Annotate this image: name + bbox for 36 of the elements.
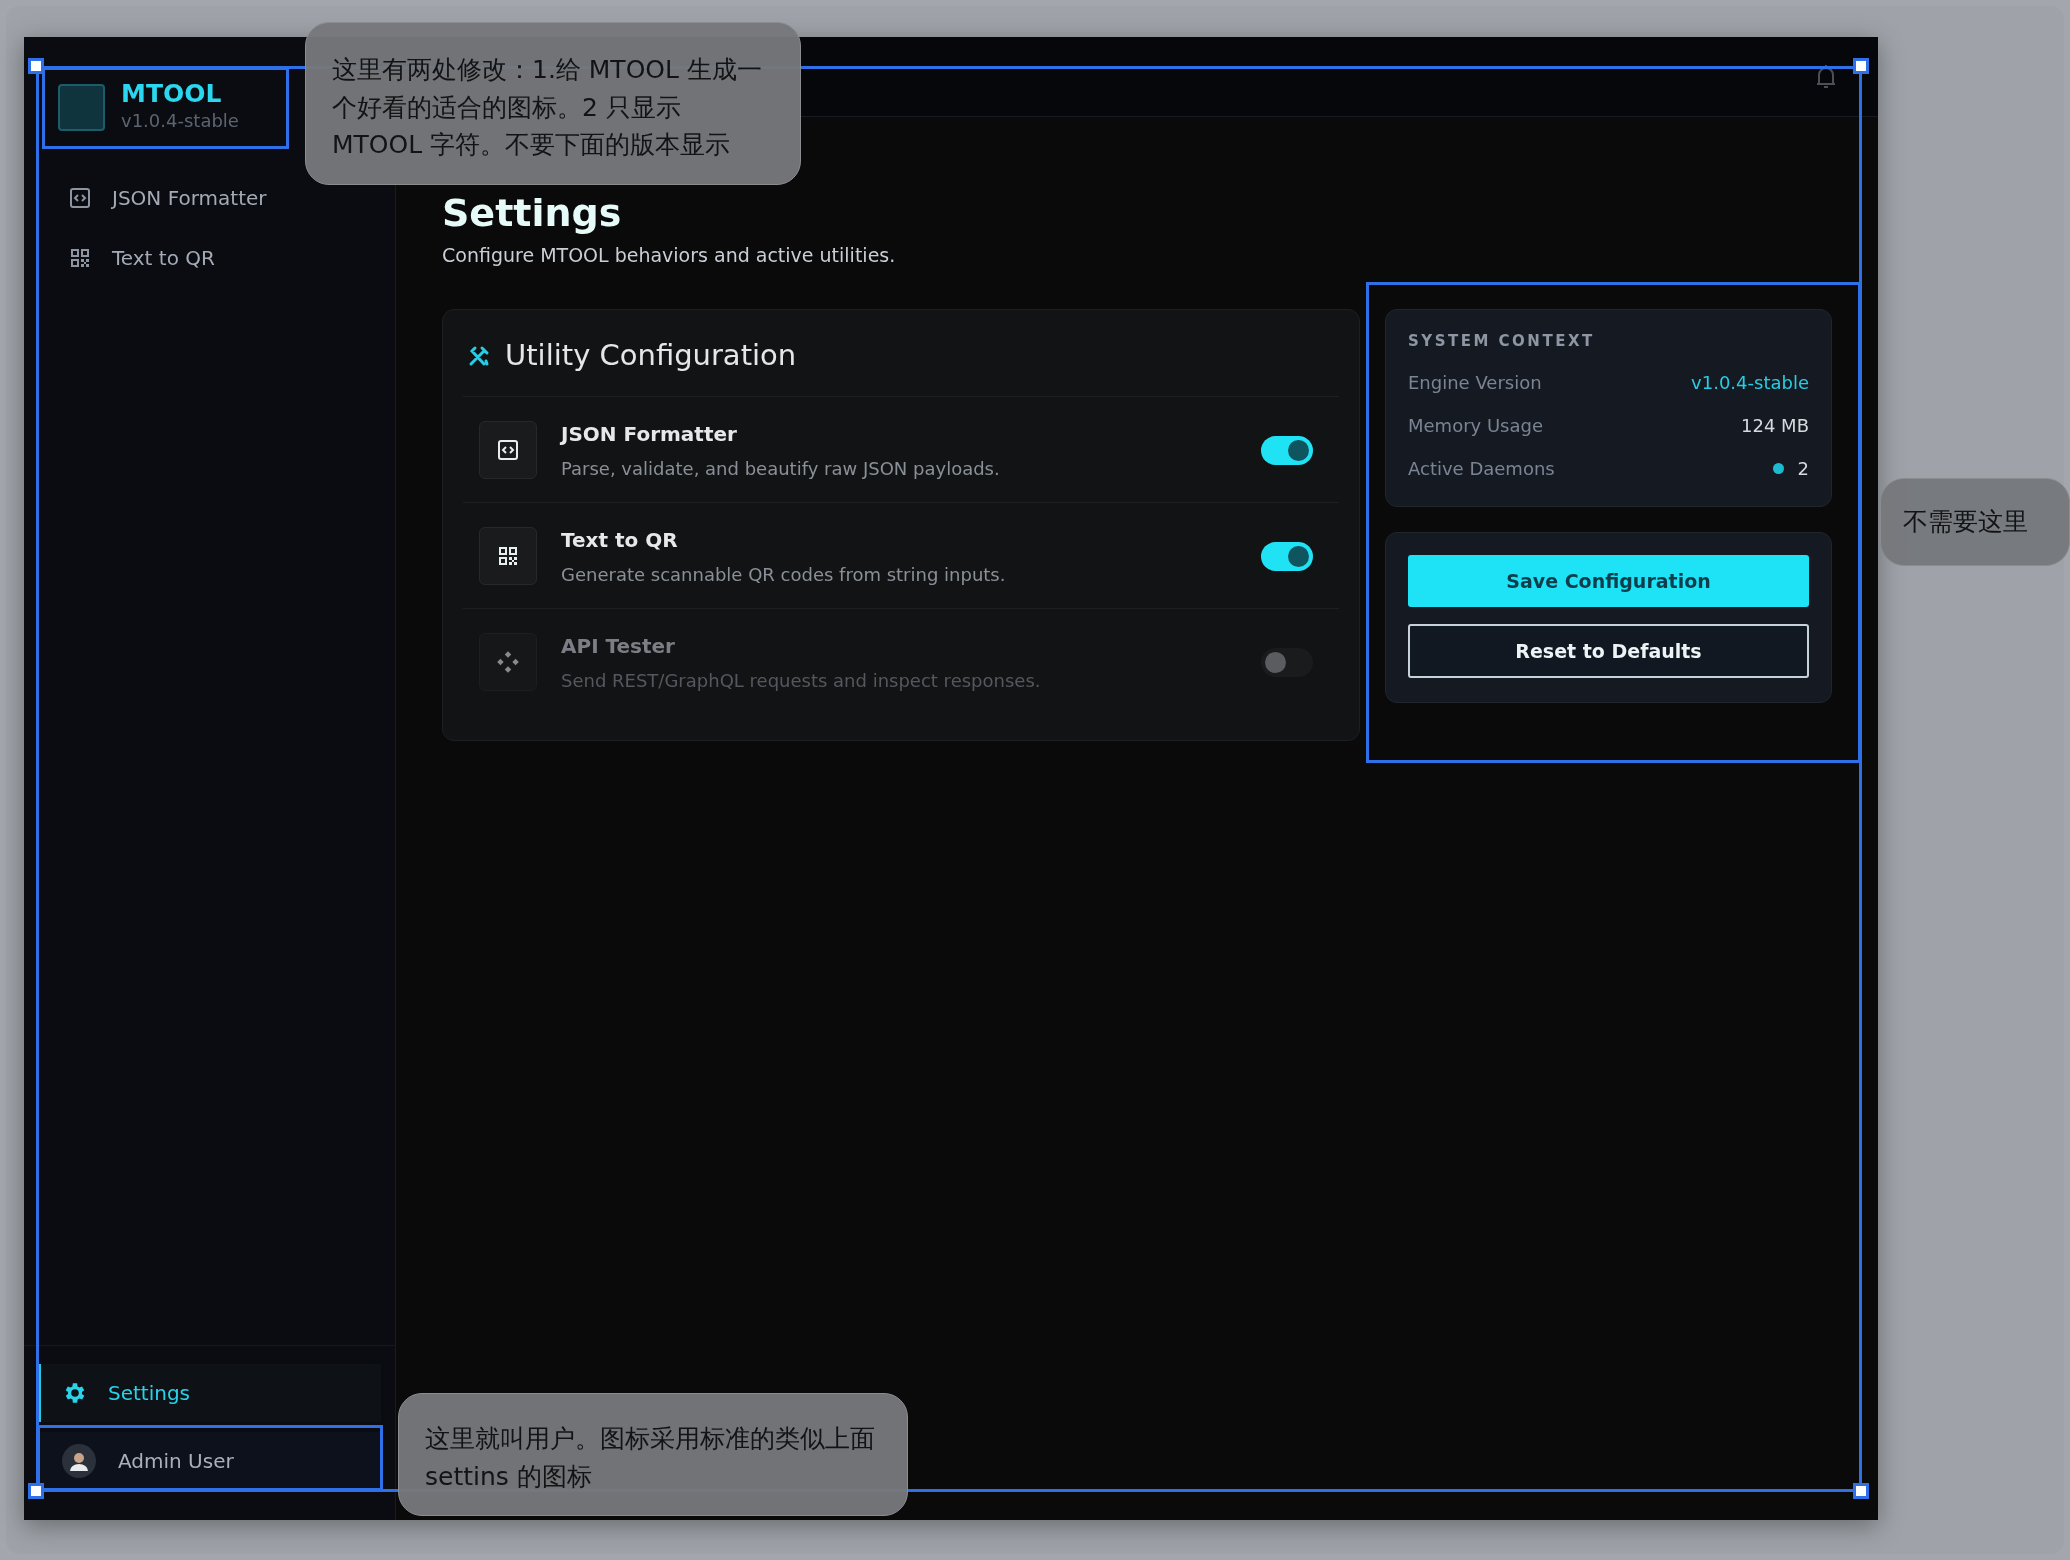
sidebar-item[interactable]: Settings	[38, 1364, 381, 1422]
annotation-callout: 这里有两处修改：1.给 MTOOL 生成一个好看的适合的图标。2 只显示 MTOOL 字符。不要下面的版本显示	[305, 22, 801, 185]
annotation-callout: 这里就叫用户。图标采用标准的类似上面 settins 的图标	[398, 1393, 908, 1516]
info-value: v1.0.4-stable	[1691, 370, 1809, 395]
app-name: MTOOL	[121, 79, 223, 108]
section-label: SYSTEM CONTEXT	[1408, 331, 1596, 353]
version-text: v1.0.4-stable	[121, 109, 239, 134]
utility-name: JSON Formatter	[561, 420, 738, 448]
utility-name: API Tester	[561, 632, 676, 660]
page-subtitle: Configure MTOOL behaviors and active utilities.	[442, 242, 897, 268]
user-profile-item[interactable]: Admin User	[38, 1432, 381, 1490]
user-avatar-icon	[62, 1444, 96, 1478]
info-value: 124 MB	[1741, 413, 1809, 438]
code-icon	[496, 438, 520, 463]
status-dot	[1772, 462, 1784, 474]
utility-name: Text to QR	[561, 526, 679, 554]
page-title: Settings	[442, 193, 623, 235]
sidebar-item[interactable]: Text to QR	[44, 239, 375, 277]
save-button[interactable]: Save Configuration	[1408, 554, 1809, 607]
toggle-switch[interactable]	[1261, 541, 1313, 571]
info-label: Engine Version	[1408, 370, 1542, 395]
reset-button[interactable]: Reset to Defaults	[1408, 623, 1809, 678]
code-icon	[68, 186, 92, 210]
toggle-switch[interactable]	[1261, 647, 1313, 677]
utility-description: Parse, validate, and beautify raw JSON payloads.	[561, 456, 1000, 481]
info-label: Active Daemons	[1408, 456, 1555, 481]
logo-icon	[58, 83, 105, 131]
utility-description: Send REST/GraphQL requests and inspect responses.	[561, 668, 1041, 693]
bell-icon[interactable]	[1814, 62, 1838, 91]
info-label: Memory Usage	[1408, 413, 1543, 438]
utility-description: Generate scannable QR codes from string inputs.	[561, 562, 1006, 587]
info-value: 2	[1797, 456, 1809, 481]
card-title: Utility Configuration	[505, 337, 797, 375]
annotation-callout: 不需要这里	[1880, 478, 2070, 566]
toggle-switch[interactable]	[1261, 435, 1313, 465]
qr-code-icon	[68, 246, 92, 270]
